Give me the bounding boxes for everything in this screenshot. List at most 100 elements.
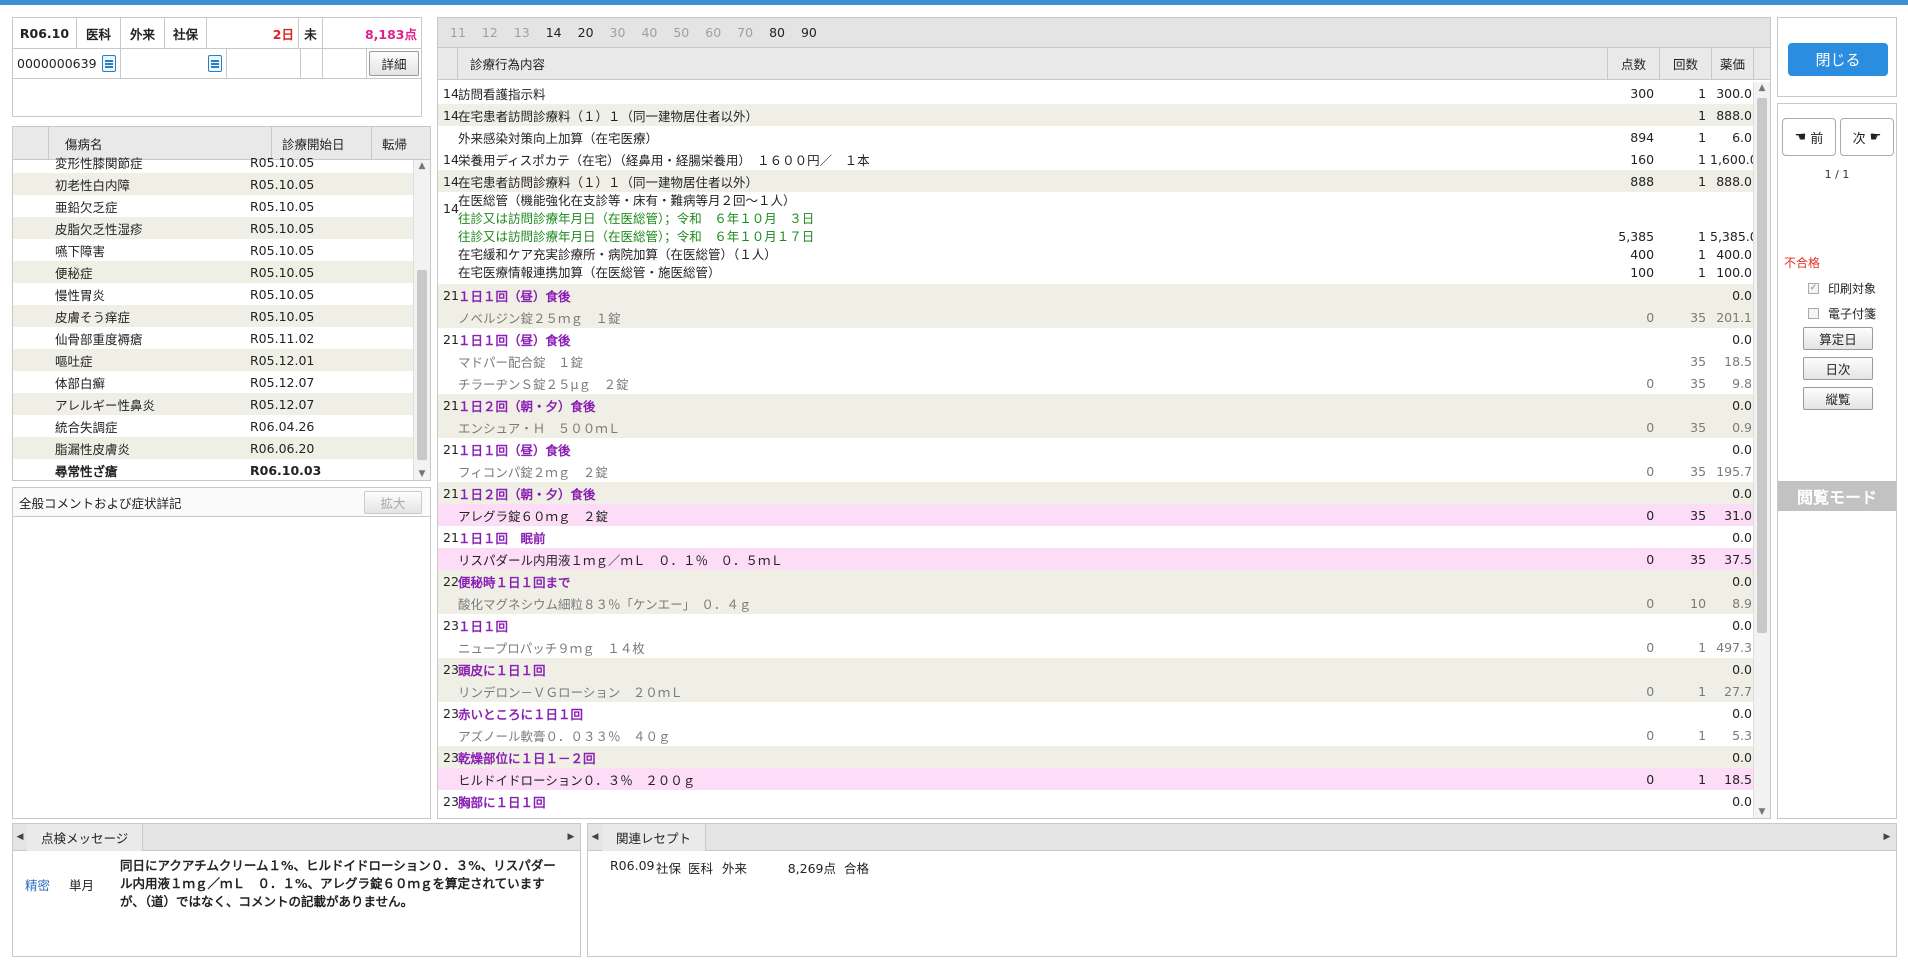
treatment-row[interactable]: 酸化マグネシウム細粒８３％「ケンエー」 ０．４ｇ 0 10 8.9 (438, 592, 1754, 614)
scroll-down-icon[interactable]: ▼ (1754, 807, 1770, 817)
disease-row[interactable]: 皮膚そう痒症 R05.10.05 (13, 305, 413, 327)
treatment-row[interactable]: チラーヂンＳ錠２５μｇ ２錠 0 35 9.8 (438, 372, 1754, 394)
scroll-up-icon[interactable]: ▲ (414, 161, 430, 171)
treatment-row[interactable]: 14 訪問看護指示料 300 1 300.0 (438, 82, 1754, 104)
tab-60[interactable]: 60 (705, 25, 721, 40)
scroll-down-icon[interactable]: ▼ (414, 469, 430, 479)
disease-row[interactable]: 初老性白内障 R05.10.05 (13, 173, 413, 195)
treatment-row[interactable]: アレグラ錠６０ｍｇ ２錠 0 35 31.0 (438, 504, 1754, 526)
e-sticky-checkbox[interactable]: 電子付箋 (1808, 305, 1876, 322)
treatment-row[interactable]: 21 １日１回 眠前 0.0 (438, 526, 1754, 548)
daily-button[interactable]: 日次 (1803, 357, 1873, 380)
treatment-code: 23 (443, 749, 459, 765)
close-button[interactable]: 閉じる (1788, 43, 1888, 76)
treatment-drug-price: 6.0 (1732, 129, 1752, 145)
tab-right-arrow-icon[interactable]: ▶ (564, 832, 578, 842)
treatment-count: 1 (1698, 727, 1707, 743)
treatment-row[interactable]: ノベルジン錠２５ｍｇ １錠 0 35 201.1 (438, 306, 1754, 328)
tab-11[interactable]: 11 (450, 25, 466, 40)
disease-row[interactable]: 統合失調症 R06.04.26 (13, 415, 413, 437)
treatment-row[interactable]: アズノール軟膏０．０３３％ ４０ｇ 0 1 5.3 (438, 724, 1754, 746)
tab-50[interactable]: 50 (673, 25, 689, 40)
treatment-row[interactable]: フィコンパ錠２ｍｇ ２錠 0 35 195.7 (438, 460, 1754, 482)
prev-button[interactable]: ☚ 前 (1782, 118, 1836, 156)
tab-left-arrow-icon[interactable]: ◀ (13, 832, 27, 842)
treatment-scrollbar[interactable]: ▲ ▼ (1753, 82, 1770, 818)
receipt-type-outpatient: 外来 (121, 18, 165, 48)
next-button[interactable]: 次 ☛ (1840, 118, 1894, 156)
disease-row[interactable]: 嘔吐症 R05.12.01 (13, 349, 413, 371)
treatment-row[interactable]: ヒルドイドローション０．３％ ２００ｇ 0 1 18.5 (438, 768, 1754, 790)
treatment-row[interactable]: ニュープロパッチ９ｍｇ １４枚 0 1 497.3 (438, 636, 1754, 658)
disease-name: 仙骨部重度褥瘡 (55, 331, 143, 347)
treatment-row[interactable]: 21 １日１回（昼）食後 0.0 (438, 438, 1754, 460)
related-result: 合格 (844, 861, 870, 876)
document-icon[interactable] (102, 55, 116, 72)
treatment-row[interactable]: 外来感染対策向上加算（在宅医療） 894 1 6.0 (438, 126, 1754, 148)
treatment-text: １日１回 (458, 618, 509, 634)
disease-row[interactable]: 亜鉛欠乏症 R05.10.05 (13, 195, 413, 217)
detail-button[interactable]: 詳細 (369, 51, 419, 76)
tab-40[interactable]: 40 (641, 25, 657, 40)
tab-related-receipt[interactable]: 関連レセプト (602, 823, 707, 851)
tab-check-message[interactable]: 点検メッセージ (27, 823, 144, 851)
comment-textarea[interactable] (13, 517, 430, 818)
treatment-row[interactable]: 23 １日１回 0.0 (438, 614, 1754, 636)
treatment-drug-price: 0.0 (1732, 793, 1752, 809)
disease-row[interactable]: 仙骨部重度褥瘡 R05.11.02 (13, 327, 413, 349)
treatment-row[interactable]: 23 乾燥部位に１日１－２回 0.0 (438, 746, 1754, 768)
disease-row[interactable]: 嚥下障害 R05.10.05 (13, 239, 413, 261)
document-icon[interactable] (208, 55, 222, 72)
disease-row[interactable]: 変形性膝関節症 R05.10.05 (13, 151, 413, 173)
scroll-up-icon[interactable]: ▲ (1754, 83, 1770, 93)
tab-right-arrow-icon[interactable]: ▶ (1880, 832, 1894, 842)
tab-80[interactable]: 80 (769, 25, 785, 40)
treatment-row[interactable]: 14 在宅患者訪問診療料（１）１（同一建物居住者以外） 1 888.0 (438, 104, 1754, 126)
treatment-text: 酸化マグネシウム細粒８３％「ケンエー」 ０．４ｇ (457, 596, 752, 612)
treatment-row[interactable]: 23 頭皮に１日１回 0.0 (438, 658, 1754, 680)
disease-scrollbar[interactable]: ▲ ▼ (413, 160, 430, 480)
treatment-row[interactable]: マドパー配合錠 １錠 35 18.5 (438, 350, 1754, 372)
disease-row[interactable]: 脂漏性皮膚炎 R06.06.20 (13, 437, 413, 459)
treatment-row[interactable]: 14 在医総管（機能強化在支診等・床有・難病等月２回～１人） 往診又は訪問診療年月日… (438, 192, 1754, 284)
tab-12[interactable]: 12 (482, 25, 498, 40)
disease-row[interactable]: 体部白癬 R05.12.07 (13, 371, 413, 393)
treatment-row[interactable]: 21 １日２回（朝・夕）食後 0.0 (438, 482, 1754, 504)
disease-row[interactable]: 皮脂欠乏性湿疹 R05.10.05 (13, 217, 413, 239)
treatment-drug-price: 31.0 (1724, 507, 1752, 523)
treatment-points-value: 100 (1630, 265, 1655, 280)
disease-row[interactable]: アレルギー性鼻炎 R05.12.07 (13, 393, 413, 415)
treatment-row[interactable]: リンデロン－ＶＧローション ２０ｍＬ 0 1 27.7 (438, 680, 1754, 702)
disease-row[interactable]: 慢性胃炎 R05.10.05 (13, 283, 413, 305)
disease-row[interactable]: 尋常性ざ瘡 R06.10.03 (13, 459, 413, 480)
disease-name: 統合失調症 (55, 419, 118, 435)
treatment-row[interactable]: 23 赤いところに１日１回 0.0 (438, 702, 1754, 724)
expand-button[interactable]: 拡大 (364, 490, 422, 514)
scroll-thumb[interactable] (417, 270, 427, 460)
tab-70[interactable]: 70 (737, 25, 753, 40)
treatment-drug-value: 100.0 (1716, 265, 1752, 280)
treatment-row[interactable]: 21 １日１回（昼）食後 0.0 (438, 284, 1754, 306)
calc-day-button[interactable]: 算定日 (1803, 327, 1873, 350)
print-target-checkbox[interactable]: ✓ 印刷対象 (1808, 280, 1876, 297)
tab-14[interactable]: 14 (546, 25, 562, 40)
tab-30[interactable]: 30 (610, 25, 626, 40)
treatment-row[interactable]: 14 栄養用ディスポカテ（在宅）（経鼻用・経腸栄養用） １６００円／ １本 160 1… (438, 148, 1754, 170)
scroll-thumb[interactable] (1757, 98, 1767, 633)
treatment-row[interactable]: 14 在宅患者訪問診療料（１）１（同一建物居住者以外） 888 1 888.0 (438, 170, 1754, 192)
treatment-row[interactable]: 21 １日２回（朝・夕）食後 0.0 (438, 394, 1754, 416)
tab-left-arrow-icon[interactable]: ◀ (588, 832, 602, 842)
tab-20[interactable]: 20 (578, 25, 594, 40)
treatment-row[interactable]: 22 便秘時１日１回まで 0.0 (438, 570, 1754, 592)
treatment-row[interactable]: エンシュア・Ｈ ５００ｍＬ 0 35 0.9 (438, 416, 1754, 438)
treatment-code: 21 (443, 331, 459, 347)
vertical-view-button[interactable]: 縦覧 (1803, 387, 1873, 410)
treatment-row[interactable]: リスパダール内用液１ｍｇ／ｍＬ ０．１％ ０．５ｍＬ 0 35 37.5 (438, 548, 1754, 570)
treatment-row[interactable]: 21 １日１回（昼）食後 0.0 (438, 328, 1754, 350)
tab-90[interactable]: 90 (801, 25, 817, 40)
treatment-row[interactable]: 23 胸部に１日１回 0.0 (438, 790, 1754, 812)
treatment-panel: 11 12 13 14 20 30 40 50 60 70 80 90 診療行為内容 点数 回数 薬価… (437, 17, 1771, 819)
disease-row[interactable]: 便秘症 R05.10.05 (13, 261, 413, 283)
tab-13[interactable]: 13 (514, 25, 530, 40)
related-receipt-row[interactable]: R06.09 社保 医科 外来 8,269点 合格 (588, 851, 1896, 877)
